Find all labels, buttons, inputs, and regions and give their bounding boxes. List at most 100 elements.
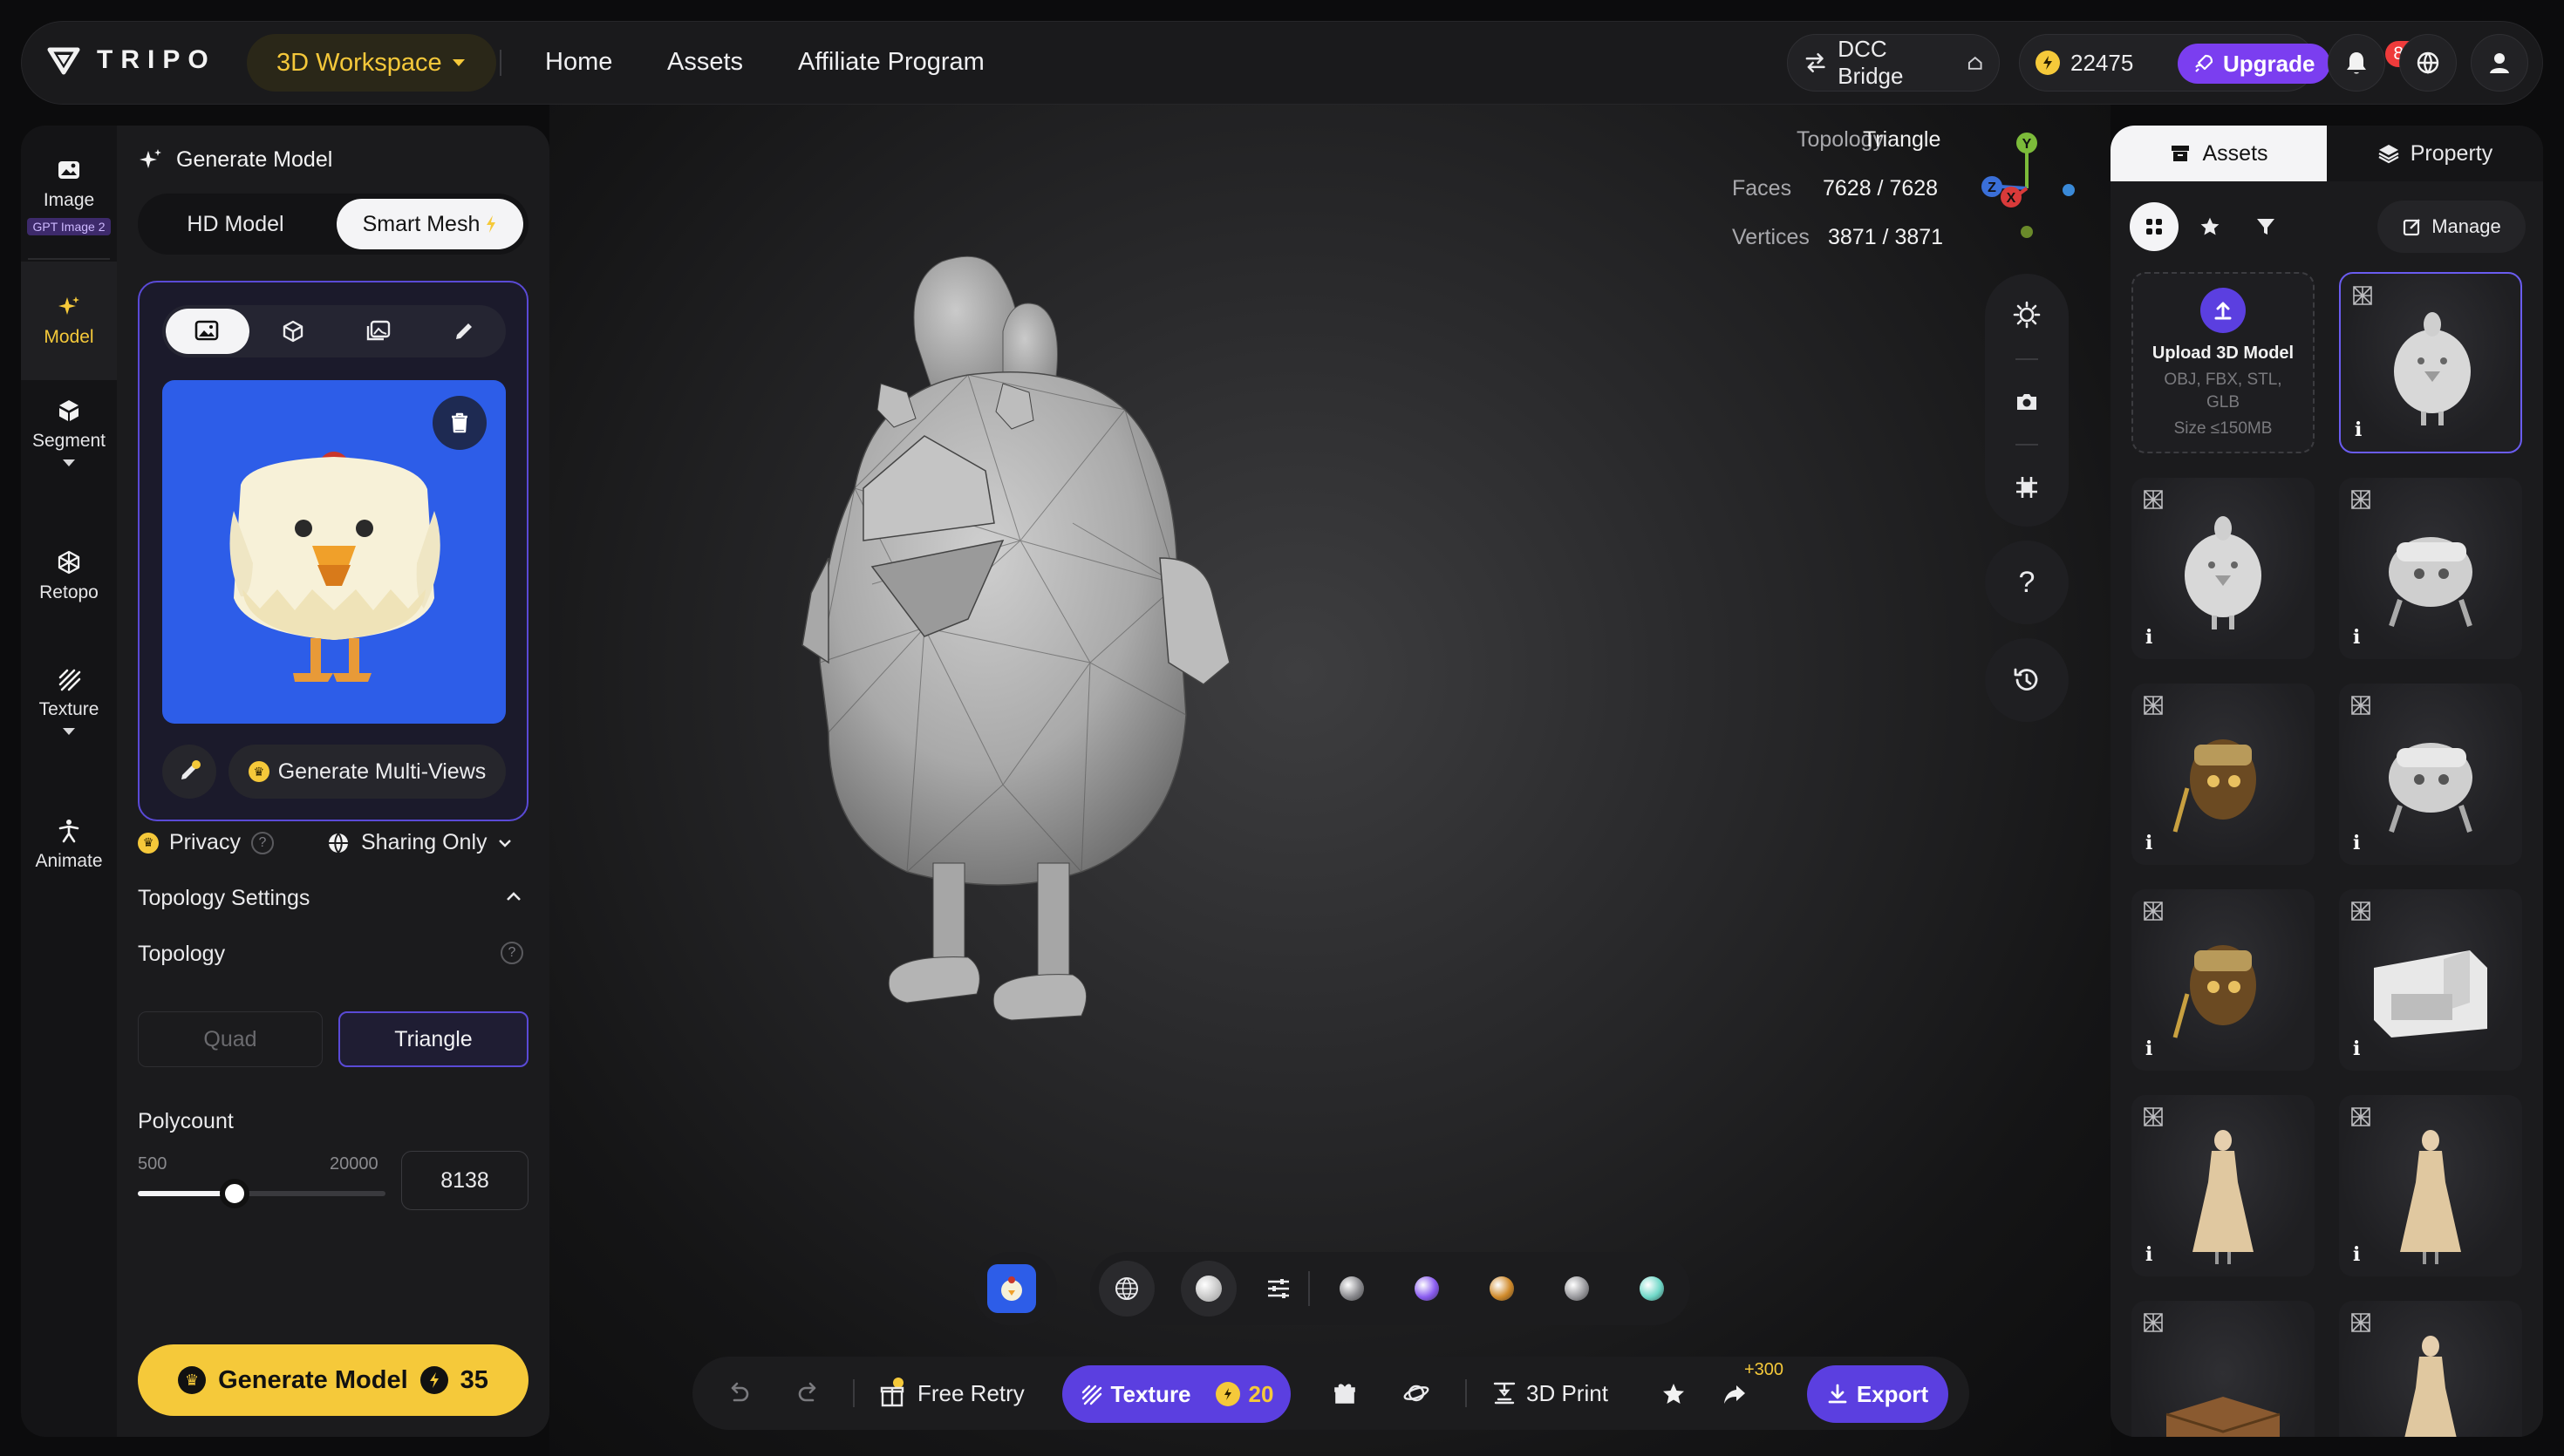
material-swatch[interactable] — [1640, 1276, 1664, 1301]
wireframe-icon[interactable] — [2349, 1311, 2372, 1334]
wireframe-icon[interactable] — [2142, 488, 2165, 511]
filter-favorites-button[interactable] — [2186, 202, 2234, 251]
export-button[interactable]: Export — [1807, 1365, 1948, 1423]
asset-tile[interactable]: i — [2131, 889, 2315, 1071]
info-icon[interactable]: i — [2145, 1038, 2152, 1060]
tab-single-image[interactable] — [166, 309, 249, 354]
3d-print-button[interactable]: 3D Print — [1491, 1357, 1608, 1430]
wireframe-icon[interactable] — [2349, 488, 2372, 511]
history-button[interactable] — [1985, 638, 2069, 722]
info-icon[interactable]: i — [2353, 832, 2360, 854]
upgrade-button[interactable]: Upgrade — [2178, 44, 2331, 84]
language-button[interactable] — [2399, 34, 2457, 92]
share-icon[interactable] — [1722, 1381, 1748, 1407]
edit-image-button[interactable] — [162, 745, 216, 799]
wireframe-icon[interactable] — [2142, 1106, 2165, 1128]
generate-model-button[interactable]: ♛ Generate Model 35 — [138, 1344, 528, 1416]
asset-tile[interactable]: i — [2131, 1095, 2315, 1276]
nav-affiliate[interactable]: Affiliate Program — [798, 48, 985, 77]
redo-icon[interactable] — [795, 1381, 822, 1405]
material-swatch[interactable] — [1565, 1276, 1589, 1301]
wireframe-icon[interactable] — [2142, 1311, 2165, 1334]
brand-logo[interactable]: TRIPO — [46, 43, 216, 78]
dcc-bridge-button[interactable]: DCC Bridge — [1787, 34, 2000, 92]
wireframe-icon[interactable] — [2142, 694, 2165, 717]
info-icon[interactable]: i — [2353, 1243, 2360, 1266]
undo-icon[interactable] — [726, 1381, 752, 1405]
quad-option[interactable]: Quad — [138, 1011, 323, 1067]
light-icon[interactable] — [2012, 300, 2042, 330]
topology-settings-header[interactable]: Topology Settings — [138, 886, 310, 911]
tab-assets[interactable]: Assets — [2111, 126, 2327, 181]
nav-assets[interactable]: Assets — [667, 48, 743, 77]
asset-tile[interactable]: i — [2339, 272, 2522, 453]
sharing-dropdown[interactable]: Sharing Only — [326, 830, 512, 855]
profile-button[interactable] — [2471, 34, 2528, 92]
wireframe-icon[interactable] — [2351, 284, 2374, 307]
filter-button[interactable] — [2241, 202, 2290, 251]
triangle-option[interactable]: Triangle — [338, 1011, 528, 1067]
planet-button[interactable] — [1402, 1357, 1430, 1430]
free-retry-button[interactable]: Free Retry — [879, 1357, 1025, 1430]
info-icon[interactable]: i — [2355, 418, 2362, 441]
sparkle-icon — [58, 296, 79, 315]
reference-thumb-button[interactable] — [973, 1252, 1057, 1325]
info-icon[interactable]: i — [2145, 832, 2152, 854]
notifications-button[interactable] — [2328, 34, 2385, 92]
gift-button[interactable] — [1333, 1357, 1357, 1430]
help-icon[interactable]: ? — [501, 942, 523, 964]
delete-image-button[interactable] — [433, 396, 487, 450]
workspace-dropdown[interactable]: 3D Workspace — [247, 34, 496, 92]
rail-segment[interactable]: Segment — [21, 398, 117, 502]
tab-sketch[interactable] — [422, 309, 506, 354]
polycount-input[interactable]: 8138 — [401, 1151, 528, 1210]
wireframe-icon[interactable] — [2349, 900, 2372, 922]
polycount-slider-knob[interactable] — [219, 1179, 249, 1208]
polycount-slider[interactable] — [138, 1179, 385, 1208]
texture-button[interactable]: Texture 20 — [1062, 1365, 1291, 1423]
rail-model[interactable]: Model — [21, 262, 117, 380]
smart-mesh-option[interactable]: Smart Mesh — [337, 199, 523, 249]
info-icon[interactable]: i — [2145, 1243, 2152, 1266]
rail-image[interactable]: Image GPT Image 2 — [21, 141, 117, 256]
wireframe-toggle[interactable] — [1099, 1261, 1155, 1317]
sliders-icon[interactable] — [1265, 1275, 1292, 1303]
asset-tile[interactable]: i — [2339, 1095, 2522, 1276]
tab-multi-view[interactable] — [251, 309, 335, 354]
screenshot-camera-icon[interactable] — [2014, 389, 2040, 415]
chevron-up-icon[interactable] — [506, 891, 522, 901]
help-button[interactable]: ? — [1985, 541, 2069, 624]
clay-toggle[interactable] — [1181, 1261, 1237, 1317]
asset-tile[interactable]: i — [2131, 684, 2315, 865]
wireframe-icon[interactable] — [2142, 900, 2165, 922]
asset-tile[interactable]: i — [2131, 478, 2315, 659]
material-swatch[interactable] — [1490, 1276, 1514, 1301]
rail-animate[interactable]: Animate — [21, 818, 117, 896]
wireframe-icon[interactable] — [2349, 1106, 2372, 1128]
axis-gizmo[interactable]: Y Z X — [1966, 129, 2079, 251]
info-icon[interactable]: i — [2145, 626, 2152, 649]
tab-property[interactable]: Property — [2327, 126, 2543, 181]
rail-texture[interactable]: Texture — [21, 666, 117, 771]
material-swatch[interactable] — [1340, 1276, 1364, 1301]
asset-tile[interactable]: i — [2131, 1301, 2315, 1437]
grid-crop-icon[interactable] — [2014, 474, 2040, 500]
material-swatch[interactable] — [1415, 1276, 1439, 1301]
nav-home[interactable]: Home — [545, 48, 612, 77]
info-icon[interactable]: i — [2353, 626, 2360, 649]
info-icon[interactable]: i — [2353, 1038, 2360, 1060]
favorite-star-icon[interactable] — [1660, 1381, 1687, 1407]
asset-tile[interactable]: i — [2339, 684, 2522, 865]
asset-tile[interactable]: i — [2339, 1301, 2522, 1437]
tab-multi-image[interactable] — [337, 309, 420, 354]
wireframe-icon[interactable] — [2349, 694, 2372, 717]
upload-3d-model-tile[interactable]: Upload 3D Model OBJ, FBX, STL, GLB Size … — [2131, 272, 2315, 453]
help-icon[interactable]: ? — [250, 831, 274, 854]
asset-tile[interactable]: i — [2339, 889, 2522, 1071]
manage-button[interactable]: Manage — [2377, 201, 2526, 253]
filter-all-button[interactable] — [2130, 202, 2179, 251]
generate-multi-views-button[interactable]: ♛ Generate Multi-Views — [228, 745, 506, 799]
rail-retopo[interactable]: Retopo — [21, 549, 117, 628]
hd-model-option[interactable]: HD Model — [143, 199, 328, 249]
asset-tile[interactable]: i — [2339, 478, 2522, 659]
